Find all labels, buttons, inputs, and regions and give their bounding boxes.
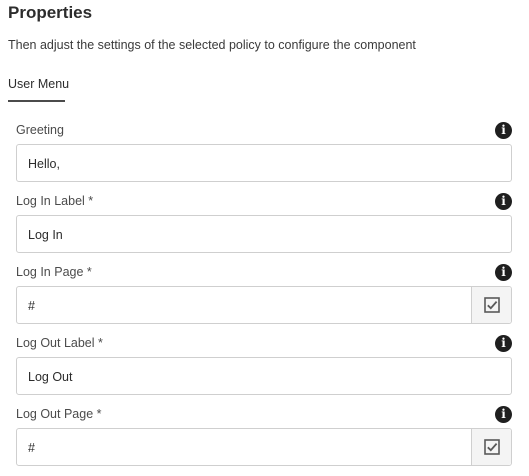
page-picker-button[interactable] [471,287,511,323]
page-description: Then adjust the settings of the selected… [8,38,416,52]
page-picker-button[interactable] [471,429,511,465]
field-log-out-page: Log Out Page * i # [16,406,512,466]
greeting-input[interactable]: Hello, [16,144,512,182]
field-label: Log In Page * [16,265,92,279]
input-value: Log Out [28,370,73,384]
checkbox-check-icon [484,297,500,313]
field-log-in-label: Log In Label * i Log In [16,193,512,253]
page-title: Properties [8,3,93,22]
log-out-page-input[interactable]: # [16,428,512,466]
input-value: Hello, [28,157,60,171]
field-label: Greeting [16,123,64,137]
field-greeting: Greeting i Hello, [16,122,512,182]
checkbox-check-icon [484,439,500,455]
field-log-in-page: Log In Page * i # [16,264,512,324]
info-icon[interactable]: i [495,122,512,139]
tab-user-menu[interactable]: User Menu [8,76,69,102]
input-value: Log In [28,228,63,242]
log-in-label-input[interactable]: Log In [16,215,512,253]
input-value: # [28,441,35,455]
field-label: Log Out Page * [16,407,102,421]
info-icon[interactable]: i [495,335,512,352]
info-icon[interactable]: i [495,193,512,210]
info-icon[interactable]: i [495,406,512,423]
field-log-out-label: Log Out Label * i Log Out [16,335,512,395]
log-in-page-input[interactable]: # [16,286,512,324]
field-label: Log Out Label * [16,336,103,350]
info-icon[interactable]: i [495,264,512,281]
field-label: Log In Label * [16,194,94,208]
log-out-label-input[interactable]: Log Out [16,357,512,395]
input-value: # [28,299,35,313]
